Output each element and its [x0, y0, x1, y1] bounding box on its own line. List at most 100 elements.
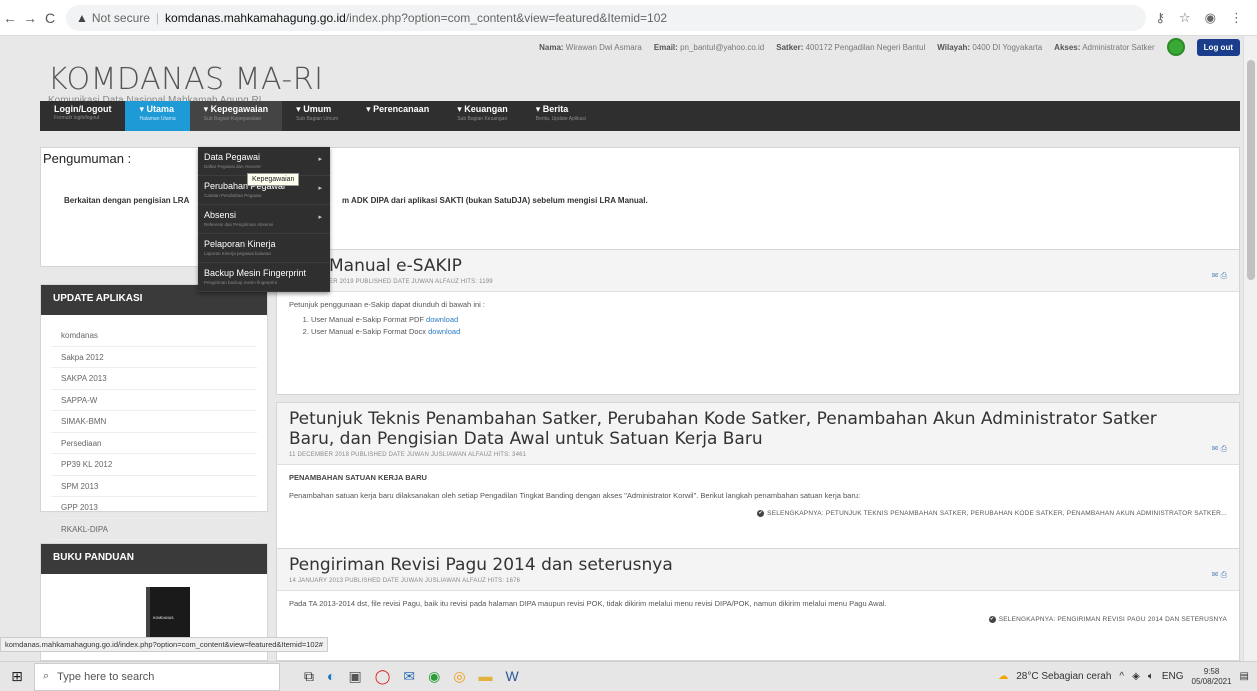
article-meta: ER 2019 PUBLISHED DATE JUWAN ALFAUZ HITS…: [329, 279, 493, 285]
notification-icon[interactable]: ▤: [1240, 671, 1249, 682]
store-icon[interactable]: ▣: [348, 668, 361, 685]
page-scrollbar[interactable]: [1243, 36, 1257, 661]
logout-button[interactable]: Log out: [1196, 38, 1240, 56]
divider: |: [155, 10, 160, 25]
nama-label: Nama:: [539, 42, 564, 52]
edge-icon[interactable]: ◐: [327, 668, 335, 685]
task-view-icon[interactable]: ⧉: [304, 668, 314, 685]
article-body: Penambahan satuan kerja baru dilaksanaka…: [289, 491, 861, 500]
menu-icon[interactable]: ⋮: [1230, 10, 1243, 26]
profile-icon[interactable]: ◉: [1205, 10, 1216, 26]
article-meta: 11 DECEMBER 2018 PUBLISHED DATE JUWAN JU…: [289, 452, 527, 458]
nav-utama[interactable]: ▾ Utama Halaman Utama: [125, 101, 190, 131]
menu-item-pelaporan-kinerja[interactable]: Pelaporan Kinerja Laporan Kinerja pegawai…: [198, 234, 330, 263]
download-link[interactable]: download: [428, 327, 460, 336]
list-item[interactable]: Persediaan: [51, 433, 257, 454]
book-label: KOMDANAS: [153, 616, 174, 620]
article-revisi-pagu: Pengiriman Revisi Pagu 2014 dan seterusn…: [276, 548, 1240, 661]
reload-icon[interactable]: C: [40, 10, 60, 26]
mail-icon[interactable]: ✉: [403, 668, 415, 685]
browser-toolbar: ← → C ▲ Not secure | komdanas.mahkamahag…: [0, 0, 1257, 36]
windows-start-icon[interactable]: ⊞: [0, 668, 34, 685]
site-logo[interactable]: KOMDANAS MA-RI Komunikasi Data Nasional …: [48, 62, 323, 106]
weather-icon[interactable]: ☁: [998, 671, 1008, 682]
check-icon: ✔: [757, 510, 765, 517]
chrome-icon[interactable]: ◉: [428, 668, 440, 685]
wilayah-label: Wilayah:: [937, 42, 971, 52]
volume-icon[interactable]: 🔈︎: [1148, 671, 1154, 682]
announcement-text-right: m ADK DIPA dari aplikasi SAKTI (bukan Sa…: [342, 196, 648, 205]
download-link[interactable]: download: [426, 315, 458, 324]
back-icon[interactable]: ←: [0, 10, 20, 26]
menu-item-absensi[interactable]: Absensi Referensi dan Pengiriman Absensi ▸: [198, 205, 330, 234]
nav-login-logout[interactable]: Login/Logout Formulir login/logout: [40, 101, 125, 131]
menu-item-backup-fingerprint[interactable]: Backup Mesin Fingerprint Pengiriman backu…: [198, 263, 330, 292]
search-placeholder: Type here to search: [57, 670, 155, 683]
akses-label: Akses:: [1054, 42, 1081, 52]
panel-title: BUKU PANDUAN: [41, 544, 267, 574]
chevron-right-icon: ▸: [318, 185, 322, 192]
search-icon: ⌕: [43, 670, 50, 682]
article-manual-esakip: Manual e-SAKIP ER 2019 PUBLISHED DATE JU…: [276, 249, 1240, 395]
list-item[interactable]: Sakpa 2012: [51, 347, 257, 368]
chevron-right-icon: ▸: [318, 214, 322, 221]
clock[interactable]: 9:58 05/08/2021: [1192, 667, 1232, 687]
article-title[interactable]: Pengiriman Revisi Pagu 2014 dan seterusn…: [289, 555, 1227, 575]
nav-keuangan[interactable]: ▾ Keuangan Sub Bagian Keuangan: [443, 101, 522, 131]
url-path: /index.php?option=com_content&view=featu…: [345, 10, 668, 25]
key-icon[interactable]: ⚷: [1155, 10, 1165, 26]
logo-title: KOMDANAS MA-RI: [48, 62, 324, 97]
list-item[interactable]: GPP 2013: [51, 497, 257, 519]
read-more-link[interactable]: ✔ SELENGKAPNYA: PETUNJUK TEKNIS PENAMBAHA…: [289, 510, 1227, 517]
status-url: komdanas.mahkamahagung.go.id/index.php?o…: [0, 637, 328, 652]
warning-icon: ▲: [76, 10, 88, 25]
list-item[interactable]: SAPPA-W: [51, 390, 257, 411]
list-item[interactable]: SIMAK-BMN: [51, 411, 257, 433]
nav-berita[interactable]: ▾ Berita Berita, Update Aplikasi: [522, 101, 600, 131]
tray-chevron-icon[interactable]: ^: [1119, 671, 1124, 682]
firefox-icon[interactable]: ◎: [453, 668, 465, 685]
menu-item-data-pegawai[interactable]: Data Pegawai Daftar Pegawai dan Honorer ▸: [198, 147, 330, 176]
forward-icon[interactable]: →: [20, 10, 40, 26]
language-indicator[interactable]: ENG: [1162, 671, 1184, 682]
email-print-icon[interactable]: ✉ ⎙: [1212, 271, 1227, 281]
taskbar: ⊞ ⌕ Type here to search ⧉ ◐ ▣ ◯ ✉ ◉ ◎ ▬ …: [0, 661, 1257, 691]
user-info-bar: Nama: Wirawan Dwi Asmara Email: pn_bantu…: [40, 38, 1240, 56]
email-print-icon[interactable]: ✉ ⎙: [1212, 444, 1227, 454]
update-aplikasi-panel: UPDATE APLIKASI komdanas Sakpa 2012 SAKP…: [40, 284, 268, 540]
article-title[interactable]: Manual e-SAKIP: [289, 256, 1227, 276]
list-item[interactable]: SPM 2013: [51, 476, 257, 497]
list-item: User Manual e-Sakip Format Docx download: [311, 327, 1227, 336]
address-bar[interactable]: ▲ Not secure | komdanas.mahkamahagung.go…: [66, 4, 1146, 31]
article-title[interactable]: Petunjuk Teknis Penambahan Satker, Perub…: [289, 409, 1227, 449]
user-email: pn_bantul@yahoo.co.id: [680, 42, 765, 52]
read-more-link[interactable]: ✔ SELENGKAPNYA: PENGIRIMAN REVISI PAGU 20…: [289, 616, 1227, 623]
article-intro: Petunjuk penggunaan e-Sakip dapat diundu…: [289, 300, 485, 309]
opera-icon[interactable]: ◯: [375, 668, 391, 685]
star-icon[interactable]: ☆: [1179, 10, 1191, 26]
kepegawaian-dropdown: Data Pegawai Daftar Pegawai dan Honorer ▸ …: [198, 147, 330, 292]
word-icon[interactable]: W: [506, 668, 519, 685]
email-label: Email:: [653, 42, 678, 52]
nav-perencanaan[interactable]: ▾ Perencanaan: [352, 101, 443, 131]
taskbar-search-input[interactable]: ⌕ Type here to search: [34, 662, 280, 691]
network-icon[interactable]: ◈: [1132, 671, 1140, 682]
list-item[interactable]: SAKPA 2013: [51, 368, 257, 390]
satker-label: Satker:: [776, 42, 804, 52]
weather-text[interactable]: 28°C Sebagian cerah: [1016, 671, 1111, 682]
status-icon: [1166, 38, 1185, 56]
list-item[interactable]: PP39 KL 2012: [51, 454, 257, 476]
article-meta: 14 JANUARY 2013 PUBLISHED DATE JUWAN JUS…: [289, 578, 521, 584]
file-explorer-icon[interactable]: ▬: [479, 668, 493, 685]
list-item[interactable]: RKAKL-DIPA: [51, 519, 257, 540]
user-name: Wirawan Dwi Asmara: [565, 42, 642, 52]
article-body: Pada TA 2013-2014 dst, file revisi Pagu,…: [289, 599, 887, 608]
scrollbar-thumb[interactable]: [1247, 60, 1255, 280]
email-print-icon[interactable]: ✉ ⎙: [1212, 570, 1227, 580]
user-akses: Administrator Satker: [1082, 42, 1155, 52]
list-item[interactable]: komdanas: [51, 325, 257, 347]
nav-umum[interactable]: ▾ Umum Sub Bagian Umum: [282, 101, 352, 131]
nav-kepegawaian[interactable]: ▾ Kepegawaian Sub Bagian Kepegawaian: [189, 101, 283, 131]
url-domain: komdanas.mahkamahagung.go.id: [165, 10, 346, 25]
user-satker: 400172 Pengadilan Negeri Bantul: [805, 42, 926, 52]
